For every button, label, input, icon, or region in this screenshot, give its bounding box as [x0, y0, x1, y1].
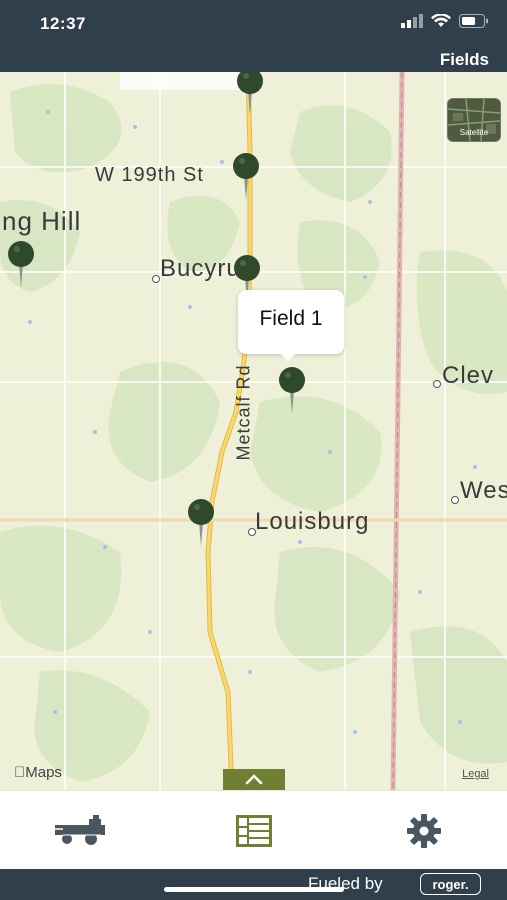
map-label-ng-hill: ng Hill	[2, 206, 82, 236]
field-pin-selected[interactable]	[277, 366, 307, 416]
map-view[interactable]: W 199th St ng Hill Bucyrus Metcalf Rd Cl…	[0, 72, 507, 790]
tab-bar	[0, 790, 507, 870]
field-pin[interactable]	[235, 72, 265, 117]
gear-icon	[407, 814, 441, 848]
map-label-clev: Clev	[442, 362, 495, 389]
legal-link[interactable]: Legal	[462, 768, 489, 780]
field-pin[interactable]	[231, 152, 261, 202]
field-pin[interactable]	[186, 498, 216, 548]
tab-settings[interactable]	[394, 809, 454, 853]
battery-icon	[459, 14, 488, 28]
town-dot	[152, 275, 160, 283]
footer: Fueled by roger.	[0, 869, 507, 900]
town-dot	[451, 496, 459, 504]
callout-tail	[279, 352, 297, 361]
map-label-louisburg: Louisburg	[255, 508, 370, 535]
field-pin[interactable]	[6, 240, 36, 290]
status-time: 12:37	[40, 14, 86, 33]
map-label-w199th: W 199th St	[95, 164, 204, 186]
combine-harvester-icon	[53, 815, 105, 845]
maps-attribution: Maps	[14, 764, 62, 781]
status-icons	[401, 14, 489, 28]
town-dot	[433, 380, 441, 388]
callout-title: Field 1	[259, 307, 323, 330]
home-indicator[interactable]	[164, 887, 344, 892]
page-title: Fields	[439, 50, 489, 69]
status-bar: 12:37	[0, 0, 507, 44]
tab-fields[interactable]	[224, 809, 284, 853]
nav-bar: Fields	[0, 44, 507, 72]
chevron-up-icon	[245, 774, 263, 785]
satellite-toggle-button[interactable]: Satellite	[447, 98, 501, 142]
satellite-label: Satellite	[459, 128, 489, 137]
map-label-metcalf: Metcalf Rd	[233, 364, 254, 461]
field-grid-icon	[236, 815, 272, 847]
cellular-signal-icon	[401, 14, 423, 28]
map-label-wes: Wes	[460, 477, 507, 504]
drawer-expand-button[interactable]	[223, 769, 285, 790]
maps-attribution-text: Maps	[14, 764, 62, 781]
tab-equipment[interactable]	[52, 809, 112, 853]
wifi-icon	[431, 14, 451, 27]
roger-logo: roger.	[420, 873, 481, 895]
field-callout[interactable]: Field 1	[238, 290, 344, 354]
